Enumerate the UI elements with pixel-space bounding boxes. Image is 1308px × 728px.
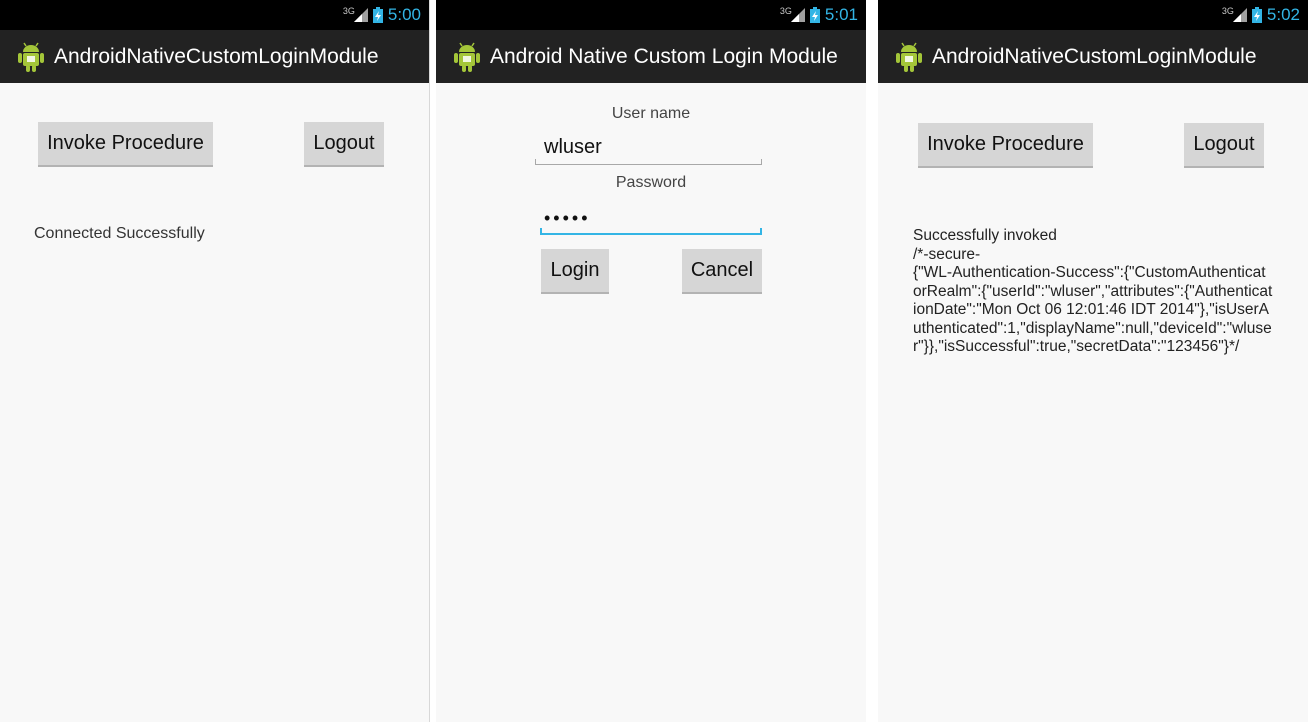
username-underline — [535, 164, 762, 165]
password-label: Password — [615, 174, 687, 191]
login-button[interactable]: Login — [541, 249, 609, 294]
network-type: 3G — [342, 6, 355, 16]
app-title: AndroidNativeCustomLoginModule — [932, 44, 1257, 68]
battery-charging-icon — [372, 7, 383, 23]
procedure-result-text: Successfully invoked /*-secure- {"WL-Aut… — [913, 227, 1273, 355]
android-robot-icon — [896, 42, 922, 72]
connection-status-message: Connected Successfully — [34, 225, 205, 242]
android-robot-icon — [18, 42, 44, 72]
network-type: 3G — [779, 6, 792, 16]
clock: 5:00 — [387, 5, 421, 24]
username-underline-right-cap — [761, 159, 762, 165]
password-value: ••••• — [544, 208, 591, 228]
password-underline-left-cap — [540, 228, 542, 235]
action-bar: AndroidNativeCustomLoginModule — [878, 30, 1308, 83]
app-title: Android Native Custom Login Module — [490, 44, 838, 68]
cancel-button[interactable]: Cancel — [682, 249, 762, 294]
phone-screen-3: 3G 5:02 AndroidNativeCustomLoginModule I… — [878, 0, 1308, 722]
invoke-procedure-button[interactable]: Invoke Procedure — [38, 122, 213, 167]
password-underline-right-cap — [760, 228, 762, 235]
username-field[interactable]: wluser — [535, 128, 762, 165]
signal-strength-icon — [790, 8, 805, 22]
invoke-procedure-button[interactable]: Invoke Procedure — [918, 123, 1093, 168]
app-title: AndroidNativeCustomLoginModule — [54, 44, 379, 68]
status-bar: 3G 5:01 — [436, 0, 866, 30]
username-underline-left-cap — [535, 159, 536, 165]
status-bar: 3G 5:02 — [878, 0, 1308, 30]
phone-screen-1: 3G 5:00 AndroidNativeCustomLoginModule I… — [0, 0, 430, 722]
action-bar: Android Native Custom Login Module — [436, 30, 866, 83]
action-bar: AndroidNativeCustomLoginModule — [0, 30, 429, 83]
logout-button[interactable]: Logout — [1184, 123, 1264, 168]
logout-button[interactable]: Logout — [304, 122, 384, 167]
network-type: 3G — [1221, 6, 1234, 16]
android-robot-icon — [454, 42, 480, 72]
password-underline — [540, 233, 762, 235]
clock: 5:01 — [824, 5, 858, 24]
status-bar: 3G 5:00 — [0, 0, 429, 30]
password-field[interactable]: ••••• — [540, 198, 762, 235]
signal-strength-icon — [353, 8, 368, 22]
phone-screen-2: 3G 5:01 Android Native Custom Login Modu… — [436, 0, 866, 722]
clock: 5:02 — [1266, 5, 1300, 24]
signal-strength-icon — [1232, 8, 1247, 22]
battery-charging-icon — [809, 7, 820, 23]
username-value: wluser — [544, 136, 602, 158]
username-label: User name — [611, 105, 691, 122]
battery-charging-icon — [1251, 7, 1262, 23]
